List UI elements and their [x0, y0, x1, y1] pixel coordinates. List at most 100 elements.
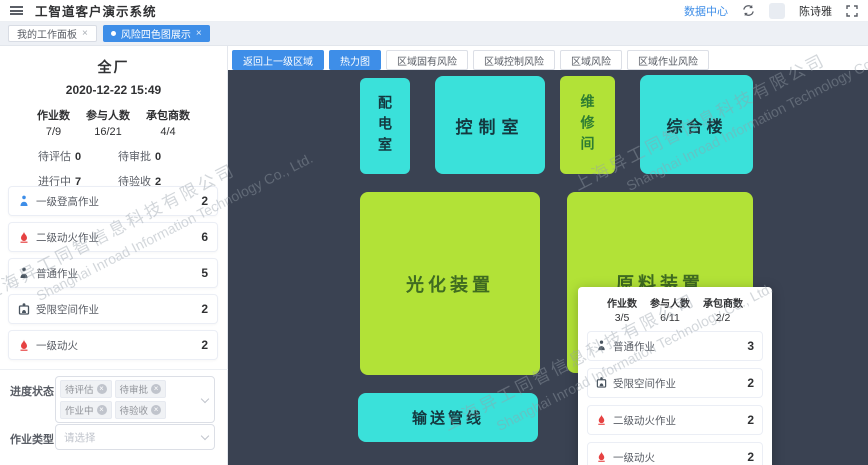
filter-tag: 待验收× [115, 401, 167, 419]
work-count: 2 [201, 302, 208, 316]
menu-icon[interactable] [10, 6, 23, 15]
work-count: 2 [747, 413, 754, 427]
risk-heatmap: 配电室 控制室 维修间 综合楼 光化装置 原料装置 输送管线 作业数3/5 参与… [228, 70, 868, 465]
close-icon[interactable]: × [82, 29, 88, 39]
active-dot-icon [111, 31, 116, 36]
app-title: 工智道客户演示系统 [35, 1, 157, 20]
climb-work-icon [18, 192, 30, 210]
tab-label: 风险四色图展示 [121, 26, 191, 41]
filter-tag: 待审批× [115, 380, 167, 398]
filter-tag: 作业中× [60, 401, 112, 419]
tab-label: 我的工作面板 [17, 26, 77, 41]
work-count: 2 [747, 450, 754, 464]
tag-label: 待审批 [120, 382, 149, 396]
fullscreen-icon[interactable] [846, 5, 858, 17]
stat-label: 承包商数 [146, 107, 190, 123]
work-label: 普通作业 [36, 266, 78, 281]
list-item[interactable]: 一级动火 2 [8, 330, 218, 360]
flame-icon [18, 336, 30, 354]
stat-label: 承包商数 [703, 295, 743, 310]
list-item[interactable]: 二级动火作业 6 [8, 222, 218, 252]
close-icon[interactable]: × [196, 29, 202, 39]
remove-tag-icon[interactable]: × [151, 405, 161, 415]
confined-space-icon [18, 300, 30, 318]
map-block-control-room[interactable]: 控制室 [435, 76, 545, 174]
tag-label: 作业中 [65, 403, 94, 417]
map-block-power-room[interactable]: 配电室 [360, 78, 410, 174]
work-label: 受限空间作业 [36, 302, 99, 317]
map-block-photochemical-unit[interactable]: 光化装置 [360, 192, 540, 375]
divider [0, 369, 228, 370]
tag-label: 待评估 [65, 382, 94, 396]
flame-icon [18, 228, 30, 246]
popup-list-item: 普通作业 3 [587, 331, 763, 361]
sidebar: 全厂 2020-12-22 15:49 作业数7/9 参与人数16/21 承包商… [0, 46, 228, 465]
remove-tag-icon[interactable]: × [97, 405, 107, 415]
username[interactable]: 陈诗雅 [799, 3, 832, 19]
chevron-down-icon [201, 394, 209, 402]
tab-heatmap[interactable]: 热力图 [329, 50, 381, 70]
stat-label: 作业数 [37, 107, 70, 123]
work-type-select[interactable]: 请选择 [55, 424, 215, 450]
map-block-office-building[interactable]: 综合楼 [640, 75, 753, 174]
list-item[interactable]: 一级登高作业 2 [8, 186, 218, 216]
work-count: 3 [747, 339, 754, 353]
popup-list-item: 受限空间作业 2 [587, 368, 763, 398]
tab-risk-map[interactable]: 风险四色图展示 × [103, 25, 210, 42]
top-header: 工智道客户演示系统 数据中心 陈诗雅 [0, 0, 868, 22]
sync-icon[interactable] [742, 4, 755, 17]
work-count: 2 [747, 376, 754, 390]
work-count: 2 [201, 338, 208, 352]
work-label: 受限空间作业 [613, 376, 676, 391]
work-label: 一级登高作业 [36, 194, 99, 209]
area-detail-popup: 作业数3/5 参与人数6/11 承包商数2/2 普通作业 3 受限空间作业 2 … [578, 287, 772, 465]
flame-icon [596, 448, 607, 465]
work-count: 6 [201, 230, 208, 244]
work-label: 二级动火作业 [36, 230, 99, 245]
tab-area-work-risk[interactable]: 区域作业风险 [627, 50, 709, 70]
confined-space-icon [596, 374, 607, 392]
avatar[interactable] [769, 3, 785, 19]
work-label: 一级动火 [613, 450, 655, 465]
tab-my-workboard[interactable]: 我的工作面板 × [8, 25, 97, 42]
tab-control-risk[interactable]: 区域控制风险 [473, 50, 555, 70]
status-counts: 待评估0 待审批0 进行中7 待验收2 [38, 148, 198, 189]
plant-title: 全厂 [0, 57, 227, 77]
list-item[interactable]: 普通作业 5 [8, 258, 218, 288]
map-block-transfer-pipeline[interactable]: 输送管线 [358, 393, 538, 442]
work-label: 一级动火 [36, 338, 78, 353]
stat-value: 7/9 [37, 126, 70, 138]
tab-inherent-risk[interactable]: 区域固有风险 [386, 50, 468, 70]
status-label: 待审批 [118, 151, 151, 163]
filter-tag: 待评估× [60, 380, 112, 398]
app-window: 工智道客户演示系统 数据中心 陈诗雅 我的工作面板 × 风险四色图展示 × 全厂… [0, 0, 868, 465]
work-label: 普通作业 [613, 339, 655, 354]
list-item[interactable]: 受限空间作业 2 [8, 294, 218, 324]
stat-label: 作业数 [607, 295, 637, 310]
map-block-maintenance-room[interactable]: 维修间 [560, 76, 615, 174]
select-placeholder: 请选择 [64, 430, 96, 445]
workspace-tabstrip: 我的工作面板 × 风险四色图展示 × [0, 22, 868, 46]
popup-list-item: 二级动火作业 2 [587, 405, 763, 435]
stat-value: 16/21 [86, 126, 130, 138]
work-label: 二级动火作业 [613, 413, 676, 428]
stat-value: 6/11 [650, 312, 690, 324]
status-value: 0 [75, 151, 81, 163]
remove-tag-icon[interactable]: × [97, 384, 107, 394]
remove-tag-icon[interactable]: × [151, 384, 161, 394]
popup-list-item: 一级动火 2 [587, 442, 763, 465]
work-type-list: 一级登高作业 2 二级动火作业 6 普通作业 5 受限空间作业 2 一级动火 [8, 186, 218, 366]
summary-stats: 作业数7/9 参与人数16/21 承包商数4/4 [0, 107, 227, 138]
back-to-parent-area-button[interactable]: 返回上一级区域 [232, 50, 324, 70]
map-view-tabs: 返回上一级区域 热力图 区域固有风险 区域控制风险 区域风险 区域作业风险 [232, 50, 709, 70]
work-count: 5 [201, 266, 208, 280]
status-label: 待评估 [38, 151, 71, 163]
tag-label: 待验收 [120, 403, 149, 417]
popup-stats: 作业数3/5 参与人数6/11 承包商数2/2 [587, 295, 763, 324]
progress-status-multiselect[interactable]: 待评估× 待审批× 作业中× 待验收× [55, 376, 215, 423]
person-icon [596, 337, 607, 355]
tab-area-risk[interactable]: 区域风险 [560, 50, 622, 70]
data-center-link[interactable]: 数据中心 [684, 3, 728, 19]
status-value: 0 [155, 151, 161, 163]
flame-icon [596, 411, 607, 429]
